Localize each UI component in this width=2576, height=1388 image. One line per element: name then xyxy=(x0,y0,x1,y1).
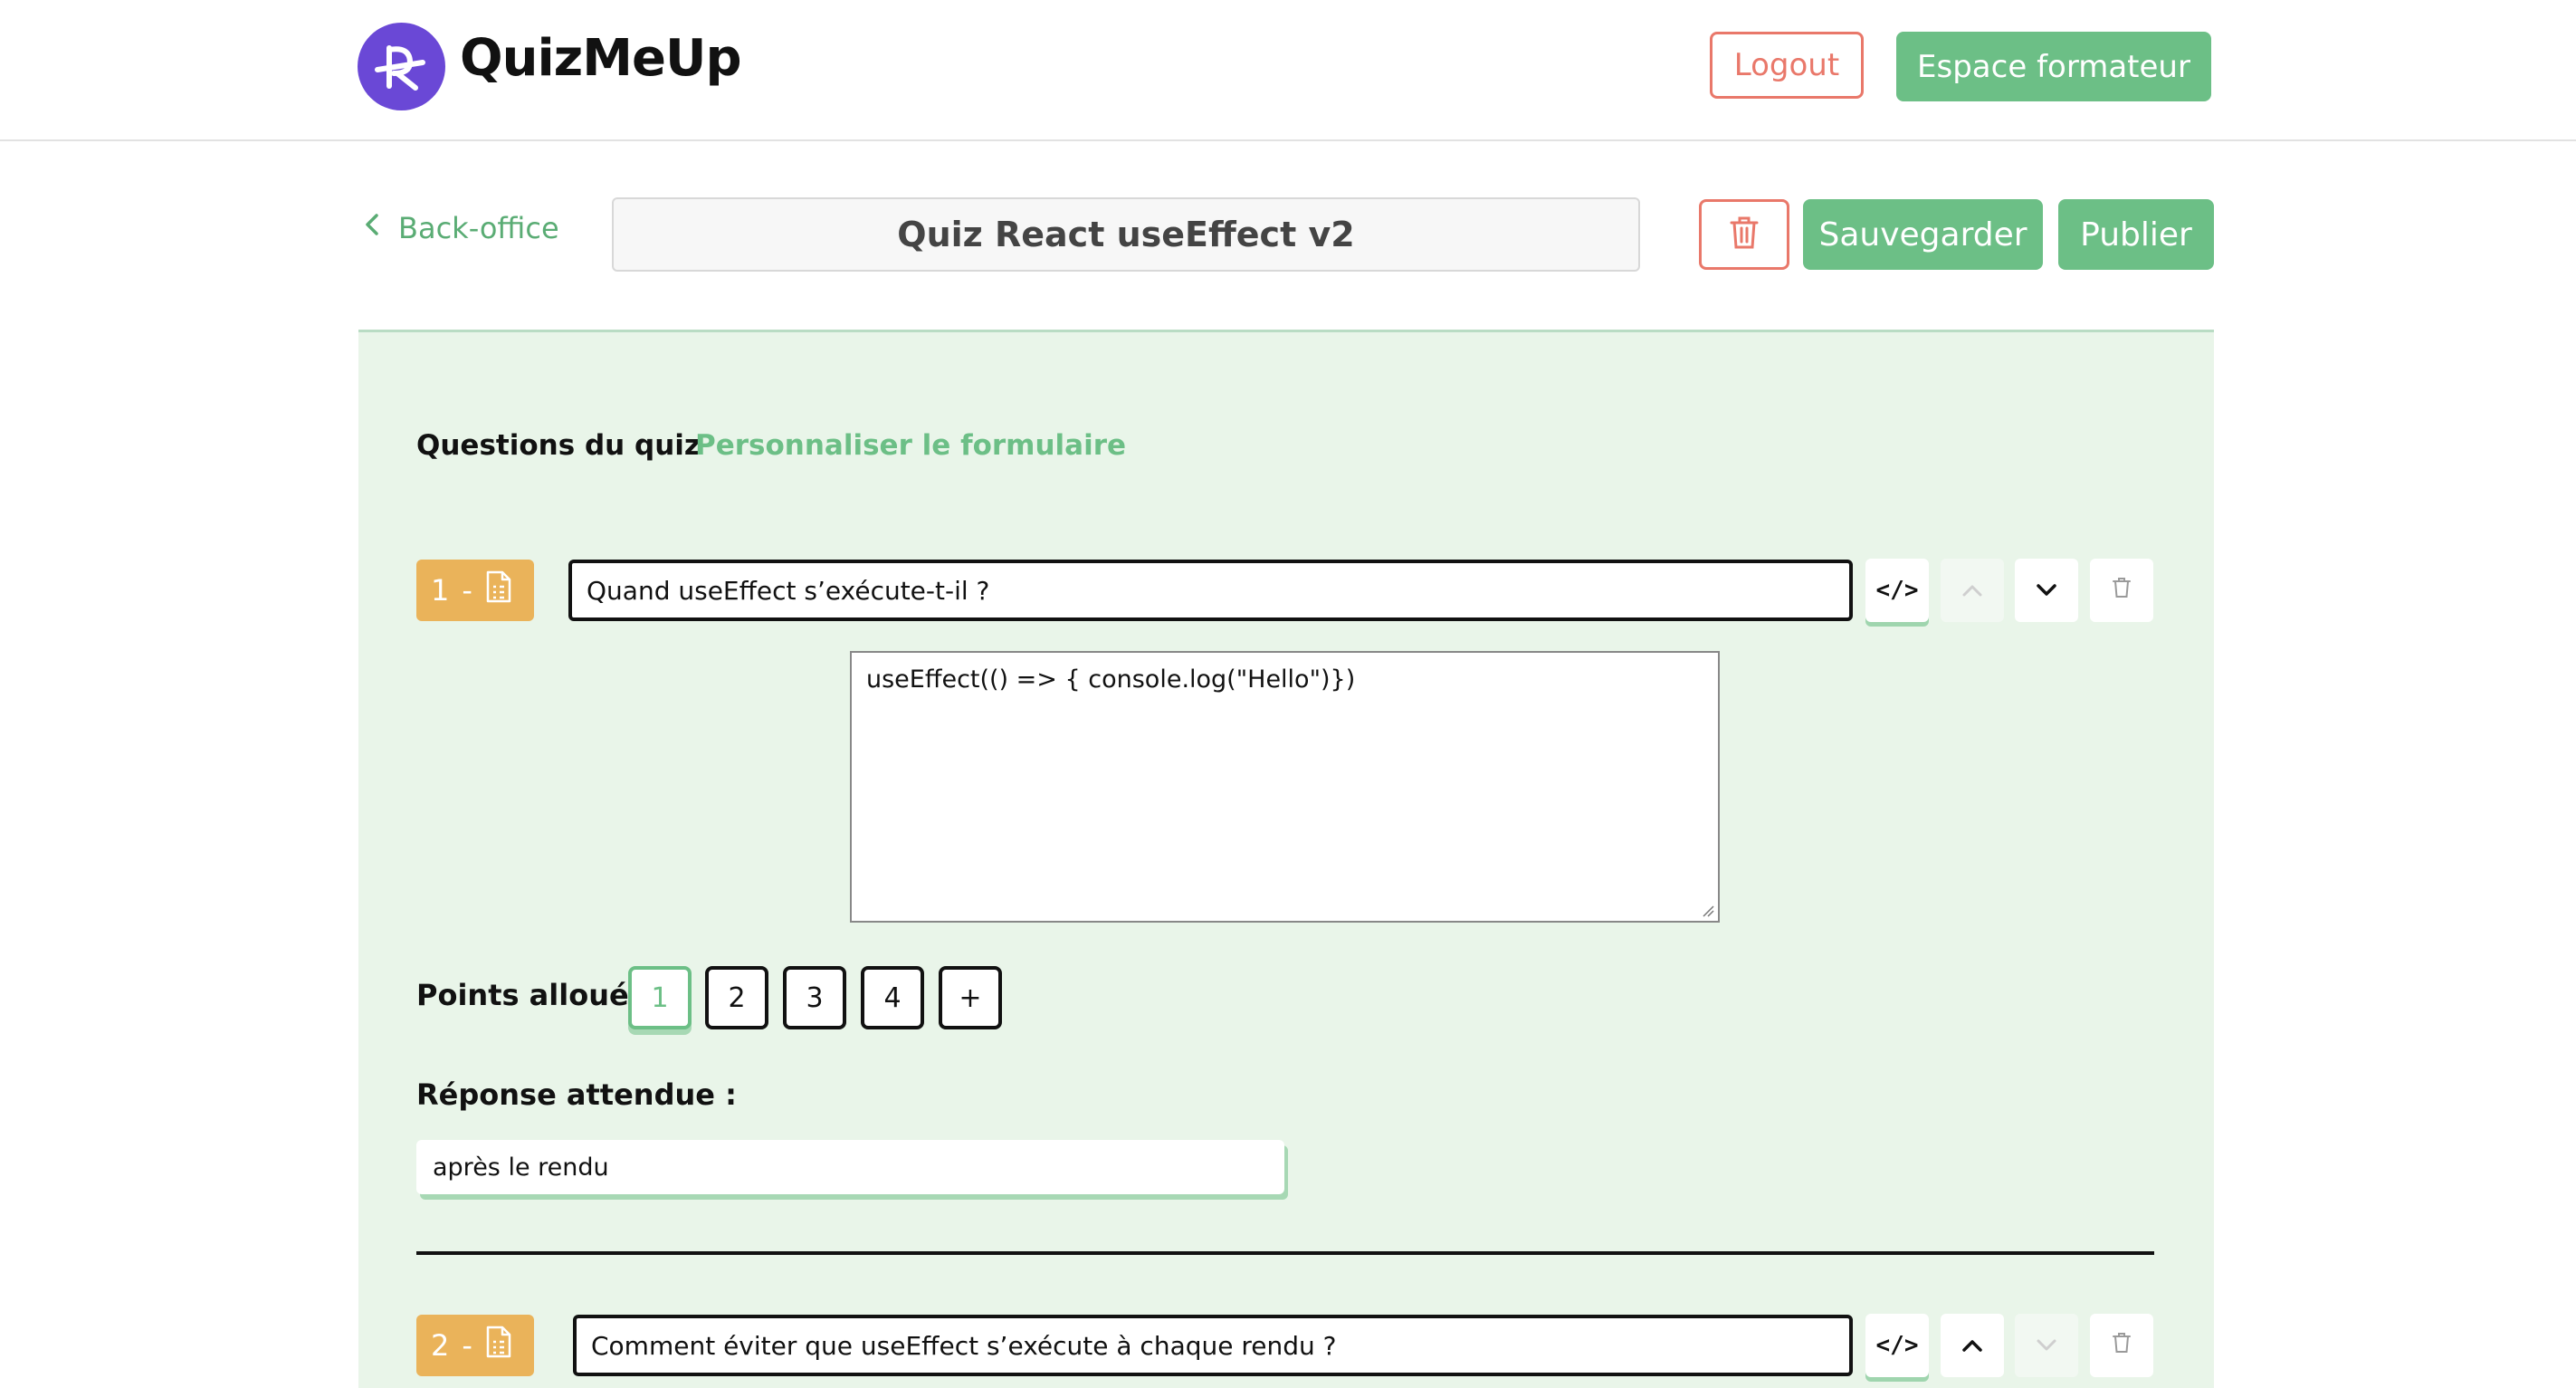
logout-button[interactable]: Logout xyxy=(1710,32,1864,99)
code-icon: </> xyxy=(1875,1332,1919,1359)
question-number-badge: 1 - xyxy=(416,560,534,621)
code-toggle-button[interactable]: </> xyxy=(1865,1314,1929,1377)
chevron-left-icon xyxy=(362,210,382,246)
chevron-up-icon xyxy=(1961,1332,1983,1359)
publish-button[interactable]: Publier xyxy=(2058,199,2214,270)
trainer-space-button[interactable]: Espace formateur xyxy=(1896,32,2211,101)
question-input[interactable]: Comment éviter que useEffect s’exécute à… xyxy=(573,1315,1853,1376)
question-input[interactable]: Quand useEffect s’exécute-t-il ? xyxy=(568,560,1853,621)
code-snippet-text: useEffect(() => { console.log("Hello")}) xyxy=(866,665,1356,694)
points-option-4[interactable]: 4 xyxy=(861,966,924,1029)
points-option-1[interactable]: 1 xyxy=(628,966,692,1029)
expected-answer-label: Réponse attendue : xyxy=(416,1077,737,1112)
code-toggle-button[interactable]: </> xyxy=(1865,559,1929,622)
brand-name[interactable]: QuizMeUp xyxy=(460,29,742,88)
move-up-button[interactable] xyxy=(1941,559,2004,622)
logo-icon[interactable] xyxy=(358,23,445,110)
code-snippet-textarea[interactable]: useEffect(() => { console.log("Hello")}) xyxy=(850,651,1720,923)
delete-question-button[interactable] xyxy=(2090,1314,2153,1377)
question-separator: - xyxy=(462,573,472,608)
tab-quiz-questions[interactable]: Questions du quiz xyxy=(416,429,701,462)
resize-handle-icon[interactable] xyxy=(1702,905,1714,917)
delete-quiz-button[interactable] xyxy=(1699,199,1789,270)
trash-icon xyxy=(1729,215,1760,254)
points-option-3[interactable]: 3 xyxy=(783,966,846,1029)
chevron-up-icon xyxy=(1961,577,1983,604)
move-down-button[interactable] xyxy=(2015,559,2078,622)
trash-icon xyxy=(2112,1331,2132,1361)
points-label: Points alloués: xyxy=(416,978,658,1012)
chevron-down-icon xyxy=(2036,1332,2057,1359)
save-button[interactable]: Sauvegarder xyxy=(1803,199,2043,270)
back-office-label: Back-office xyxy=(398,211,559,245)
top-navbar: QuizMeUp Logout Espace formateur xyxy=(0,0,2576,141)
move-up-button[interactable] xyxy=(1941,1314,2004,1377)
question-number: 1 xyxy=(431,573,450,608)
question-separator: - xyxy=(462,1328,472,1363)
move-down-button[interactable] xyxy=(2015,1314,2078,1377)
points-option-2[interactable]: 2 xyxy=(705,966,768,1029)
back-office-link[interactable]: Back-office xyxy=(362,210,559,246)
trash-icon xyxy=(2112,576,2132,606)
code-icon: </> xyxy=(1875,577,1919,604)
question-divider xyxy=(416,1251,2154,1255)
tab-customize-form[interactable]: Personnaliser le formulaire xyxy=(695,429,1126,462)
delete-question-button[interactable] xyxy=(2090,559,2153,622)
question-number: 2 xyxy=(431,1328,450,1363)
expected-answer-input[interactable]: après le rendu xyxy=(416,1140,1284,1194)
points-add-button[interactable]: + xyxy=(939,966,1002,1029)
document-icon[interactable] xyxy=(485,1325,512,1366)
question-number-badge: 2 - xyxy=(416,1315,534,1376)
quiz-title-input[interactable]: Quiz React useEffect v2 xyxy=(612,197,1640,272)
chevron-down-icon xyxy=(2036,577,2057,604)
document-icon[interactable] xyxy=(485,570,512,611)
